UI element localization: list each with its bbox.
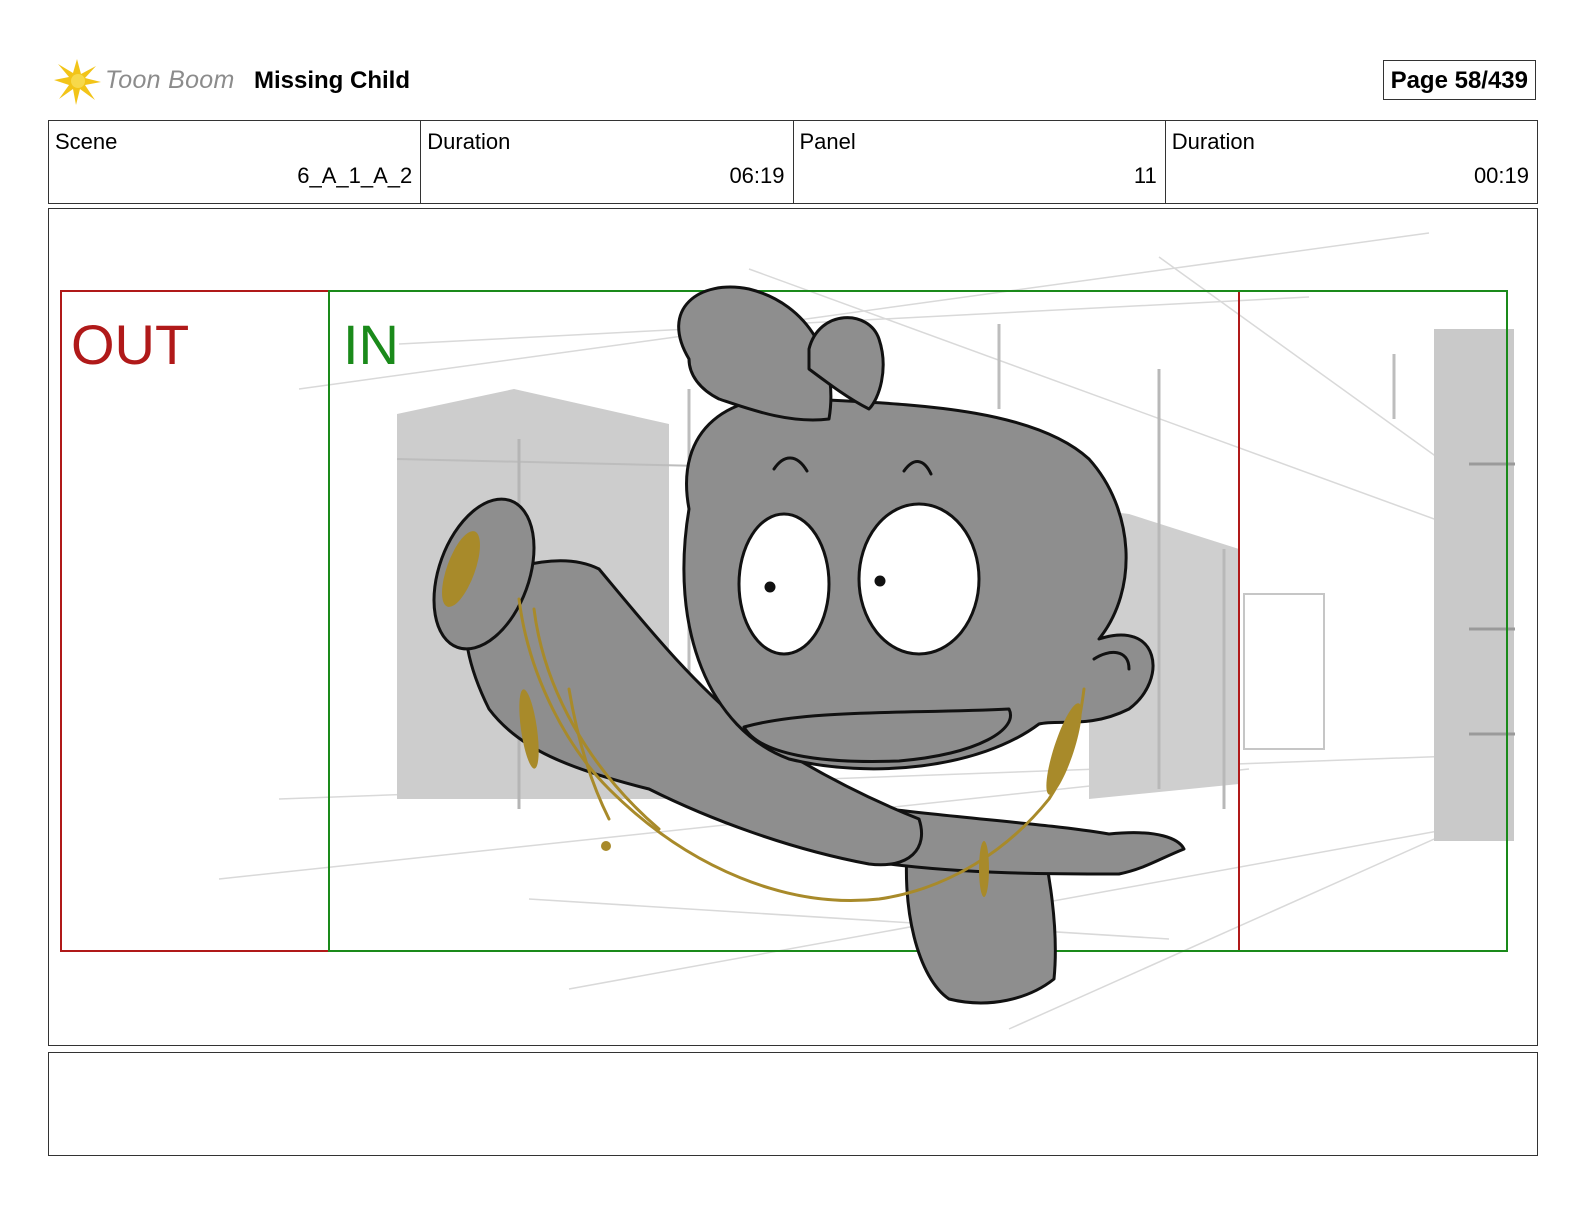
panel-value: 11	[1133, 163, 1157, 188]
scene-cell: Scene 6_A_1_A_2	[49, 121, 422, 203]
page-indicator: Page 58/439	[1382, 60, 1536, 100]
storyboard-panel: OUT IN	[48, 208, 1538, 1046]
panel-duration-value: 00:19	[1473, 163, 1529, 188]
storyboard-sketch	[60, 232, 1515, 1030]
brand-name: Toon Boom	[105, 66, 235, 94]
scene-duration-cell: Duration 06:19	[421, 121, 794, 203]
scene-label: Scene	[55, 129, 118, 154]
scene-duration-value: 06:19	[729, 163, 785, 188]
scene-duration-label: Duration	[427, 129, 511, 154]
panel-notes-box	[48, 1052, 1538, 1156]
out-frame-label: OUT	[71, 313, 190, 376]
panel-duration-cell: Duration 00:19	[1166, 121, 1537, 203]
scene-value: 6_A_1_A_2	[297, 163, 413, 188]
starburst-logo-icon	[54, 59, 101, 105]
in-frame-label: IN	[343, 313, 399, 376]
project-title: Missing Child	[254, 67, 410, 94]
panel-cell: Panel 11	[794, 121, 1166, 203]
page-header: Toon Boom Missing Child Page 58/439	[48, 56, 1536, 106]
panel-label: Panel	[799, 129, 856, 154]
panel-duration-label: Duration	[1171, 129, 1255, 154]
panel-info-table: Scene 6_A_1_A_2 Duration 06:19 Panel 11 …	[48, 120, 1538, 204]
